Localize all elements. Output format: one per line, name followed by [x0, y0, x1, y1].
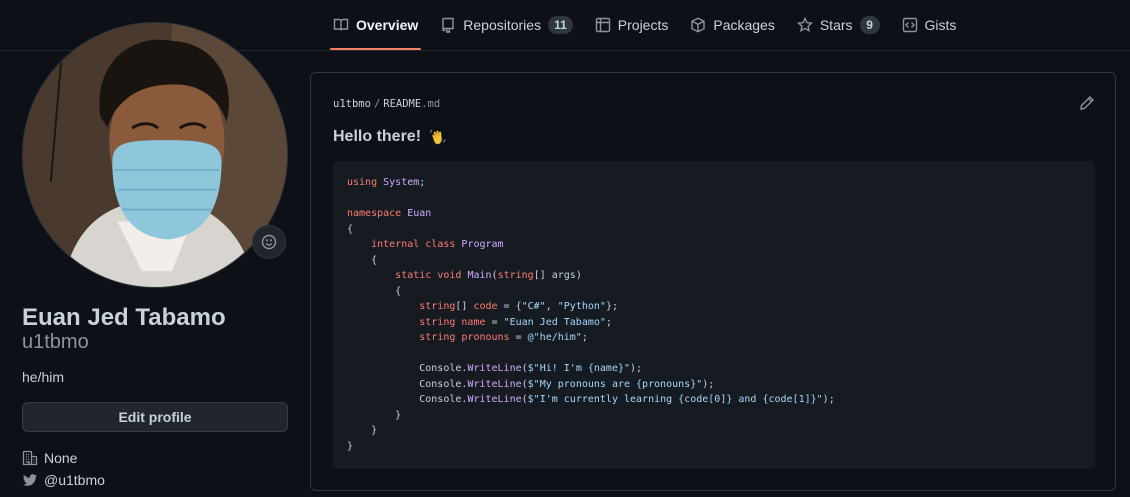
book-icon — [333, 18, 349, 31]
tab-gists[interactable]: Gists — [891, 0, 968, 50]
profile-company: None — [22, 450, 77, 466]
set-status-button[interactable] — [252, 225, 286, 259]
tab-packages-label: Packages — [713, 17, 775, 33]
star-icon — [796, 17, 813, 32]
tab-repositories[interactable]: Repositories 11 — [429, 0, 584, 50]
readme-owner-link[interactable]: u1tbmo — [333, 98, 371, 110]
readme-extension: .md — [421, 98, 441, 110]
profile-readme-card: u1tbmo / README.md Hello there! using Syst… — [310, 72, 1116, 491]
code-listing: using System; namespace Euan { internal … — [347, 177, 835, 452]
tab-repositories-label: Repositories — [463, 17, 542, 33]
tab-gists-label: Gists — [924, 17, 957, 33]
tab-list: Overview Repositories 11 Projects Packag… — [322, 0, 967, 51]
stars-count-badge: 9 — [859, 16, 880, 34]
readme-heading-text: Hello there! — [333, 128, 422, 145]
twitter-icon — [23, 474, 37, 486]
profile-bio: he/him — [22, 369, 65, 385]
tab-projects[interactable]: Projects — [584, 0, 680, 50]
code-square-icon — [902, 17, 917, 33]
avatar-photo — [23, 23, 287, 287]
tab-overview[interactable]: Overview — [322, 0, 429, 50]
repo-icon — [442, 17, 454, 33]
project-icon — [595, 17, 610, 33]
tab-packages[interactable]: Packages — [679, 0, 785, 50]
package-icon — [691, 17, 706, 33]
pencil-icon — [1080, 96, 1094, 110]
readme-code-block: using System; namespace Euan { internal … — [333, 161, 1095, 469]
readme-filename[interactable]: README — [383, 98, 421, 110]
profile-username: u1tbmo — [22, 331, 89, 353]
edit-profile-button[interactable]: Edit profile — [22, 402, 288, 432]
company-text: None — [44, 450, 78, 466]
tab-projects-label: Projects — [617, 17, 669, 33]
avatar[interactable] — [22, 22, 288, 288]
tab-stars-label: Stars — [819, 17, 853, 33]
profile-full-name: Euan Jed Tabamo — [22, 304, 226, 331]
tab-stars[interactable]: Stars 9 — [786, 0, 891, 50]
readme-heading: Hello there! — [333, 128, 447, 146]
organization-icon — [22, 450, 38, 466]
repositories-count-badge: 11 — [548, 16, 573, 34]
twitter-handle: @u1tbmo — [44, 472, 105, 488]
profile-twitter[interactable]: @u1tbmo — [22, 472, 105, 488]
readme-breadcrumb: u1tbmo / README.md — [333, 98, 441, 110]
waving-hand-icon — [430, 129, 446, 145]
tab-overview-label: Overview — [356, 17, 419, 33]
edit-readme-button[interactable] — [1079, 95, 1095, 111]
smiley-icon — [261, 234, 277, 250]
